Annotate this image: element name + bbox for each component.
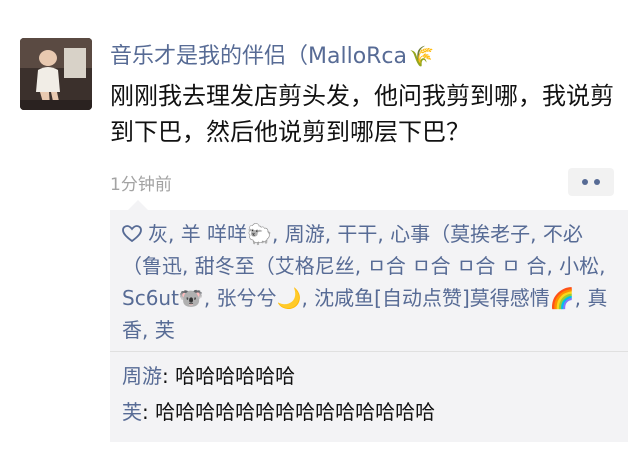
more-dot-icon xyxy=(582,179,588,185)
likes-list[interactable]: 灰, 羊 咩咩🐑, 周游, 干干, 心事（莫挨老子, 不必（鲁迅, 甜冬至（艾格… xyxy=(122,218,620,346)
wheat-icon: 🌾 xyxy=(409,44,434,68)
likes-names[interactable]: 灰, 羊 咩咩🐑, 周游, 干干, 心事（莫挨老子, 不必（鲁迅, 甜冬至（艾格… xyxy=(122,222,607,342)
more-options-button[interactable] xyxy=(568,168,614,196)
post-timestamp: 1分钟前 xyxy=(110,175,172,195)
avatar[interactable] xyxy=(20,38,92,110)
more-dot-icon xyxy=(594,179,600,185)
post-author[interactable]: 音乐才是我的伴侣（MalloRca 🌾 xyxy=(110,38,434,70)
comment-item[interactable]: 周游: 哈哈哈哈哈哈 xyxy=(122,362,295,390)
divider xyxy=(110,351,628,352)
comment-section: 灰, 羊 咩咩🐑, 周游, 干干, 心事（莫挨老子, 不必（鲁迅, 甜冬至（艾格… xyxy=(110,200,628,442)
post-author-name[interactable]: 音乐才是我的伴侣（MalloRca xyxy=(110,44,407,69)
comment-separator: : xyxy=(162,364,176,388)
comment-text: 哈哈哈哈哈哈 xyxy=(175,364,296,388)
comment-author[interactable]: 周游 xyxy=(122,364,162,388)
comment-text: 哈哈哈哈哈哈哈哈哈哈哈哈哈哈 xyxy=(155,400,436,424)
heart-icon xyxy=(122,225,142,243)
comment-separator: : xyxy=(142,400,156,424)
comment-author[interactable]: 芙 xyxy=(122,400,142,424)
comment-item[interactable]: 芙: 哈哈哈哈哈哈哈哈哈哈哈哈哈哈 xyxy=(122,398,435,426)
post-text: 刚刚我去理发店剪头发，他问我剪到哪，我说剪到下巴，然后他说剪到哪层下巴？ xyxy=(110,82,614,146)
